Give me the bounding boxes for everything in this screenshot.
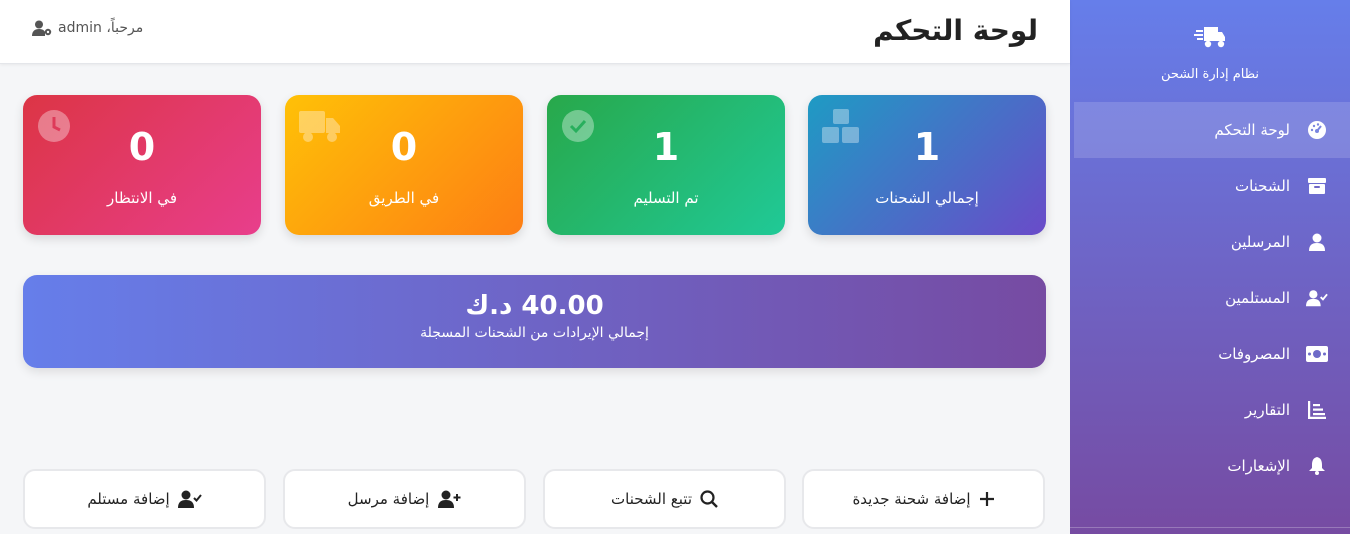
sidebar-item-reports[interactable]: التقارير — [1070, 382, 1350, 438]
brand-title: نظام إدارة الشحن — [1160, 66, 1260, 82]
sidebar-item-label: الإشعارات — [1227, 457, 1290, 475]
brand[interactable]: نظام إدارة الشحن — [1070, 0, 1350, 100]
box-icon — [1306, 176, 1328, 196]
truck-fast-icon — [1194, 26, 1225, 47]
chart-icon — [1306, 400, 1328, 420]
add-sender-button[interactable]: إضافة مرسل — [283, 469, 526, 529]
sidebar-item-label: المصروفات — [1218, 345, 1290, 363]
revenue-label: إجمالي الإيرادات من الشحنات المسجلة — [420, 325, 649, 341]
sidebar-item-shipments[interactable]: الشحنات — [1070, 158, 1350, 214]
top-bar: لوحة التحكم مرحباً، admin — [0, 0, 1070, 64]
stat-value: 0 — [390, 125, 418, 169]
bell-icon — [1306, 456, 1328, 476]
stat-label: تم التسليم — [633, 189, 699, 207]
add-shipment-button[interactable]: إضافة شحنة جديدة — [802, 469, 1045, 529]
stat-label: في الانتظار — [107, 189, 177, 207]
stat-label: إجمالي الشحنات — [875, 189, 979, 207]
search-icon — [700, 490, 718, 508]
sidebar-item-notifications[interactable]: الإشعارات — [1070, 438, 1350, 494]
sidebar-item-receivers[interactable]: المستلمين — [1070, 270, 1350, 326]
stat-card-pending[interactable]: 0 في الانتظار — [23, 95, 261, 235]
button-label: تتبع الشحنات — [611, 490, 692, 508]
sidebar-item-label: التقارير — [1244, 401, 1290, 419]
add-receiver-button[interactable]: إضافة مستلم — [23, 469, 266, 529]
button-label: إضافة مستلم — [87, 490, 170, 508]
welcome-user[interactable]: مرحباً، admin — [32, 20, 143, 36]
sidebar-item-expenses[interactable]: المصروفات — [1070, 326, 1350, 382]
stat-value: 1 — [913, 125, 941, 169]
stat-card-total-shipments[interactable]: 1 إجمالي الشحنات — [808, 95, 1046, 235]
user-plus-icon — [438, 490, 461, 508]
button-label: إضافة مرسل — [347, 490, 430, 508]
sidebar-item-label: المستلمين — [1225, 289, 1290, 307]
sidebar: نظام إدارة الشحن لوحة التحكم الشحنات الم… — [1070, 0, 1350, 534]
sidebar-item-label: لوحة التحكم — [1214, 121, 1290, 139]
money-icon — [1306, 344, 1328, 364]
user-check-icon — [1306, 288, 1328, 308]
sidebar-item-dashboard[interactable]: لوحة التحكم — [1074, 102, 1350, 158]
button-label: إضافة شحنة جديدة — [852, 490, 971, 508]
user-check-icon — [177, 490, 202, 508]
user-icon — [1306, 232, 1328, 252]
plus-icon — [979, 492, 994, 506]
revenue-amount: 40.00 د.ك — [465, 291, 604, 321]
dashboard-gauge-icon — [1306, 120, 1328, 140]
page-title: لوحة التحكم — [873, 14, 1038, 47]
stat-card-delivered[interactable]: 1 تم التسليم — [547, 95, 785, 235]
sidebar-nav: لوحة التحكم الشحنات المرسلين المستلمين ا… — [1070, 102, 1350, 494]
revenue-banner: 40.00 د.ك إجمالي الإيرادات من الشحنات ال… — [23, 275, 1046, 368]
stat-value: 1 — [652, 125, 680, 169]
stat-value: 0 — [128, 125, 156, 169]
sidebar-divider — [1070, 527, 1350, 528]
welcome-text: مرحباً، admin — [58, 20, 144, 36]
sidebar-item-label: الشحنات — [1234, 177, 1290, 195]
user-gear-icon — [32, 20, 52, 36]
stat-label: في الطريق — [368, 189, 440, 207]
track-shipments-button[interactable]: تتبع الشحنات — [543, 469, 786, 529]
stat-card-in-transit[interactable]: 0 في الطريق — [285, 95, 523, 235]
sidebar-item-senders[interactable]: المرسلين — [1070, 214, 1350, 270]
sidebar-item-label: المرسلين — [1230, 233, 1290, 251]
